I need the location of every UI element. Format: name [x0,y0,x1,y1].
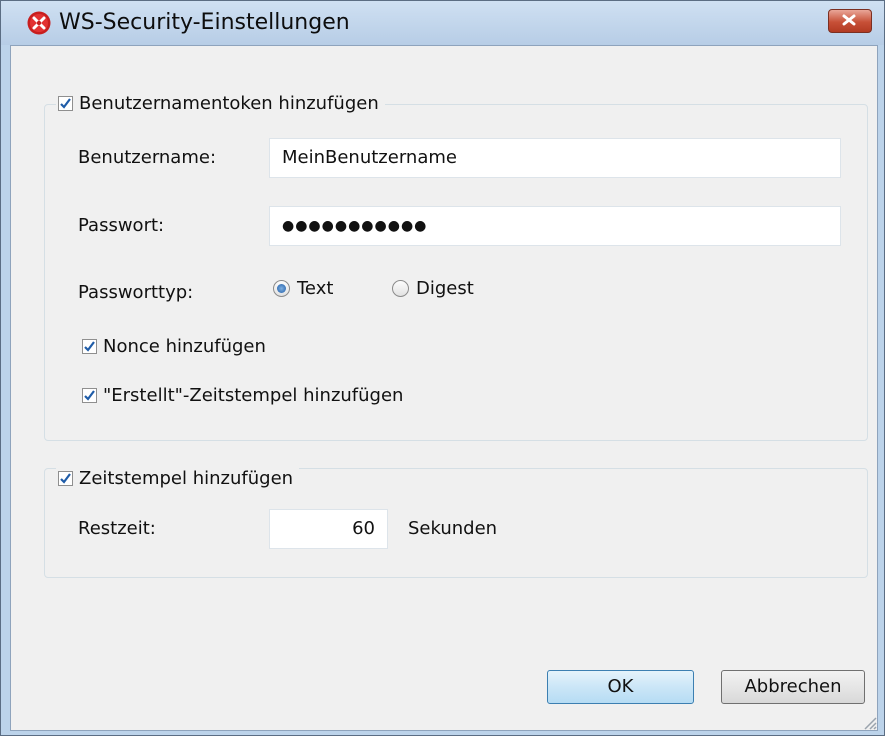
checkmark-icon [60,472,71,484]
checkmark-icon [84,390,95,401]
radio-circle[interactable] [273,280,290,297]
dialog-client-area: Benutzernamentoken hinzufügen Benutzerna… [10,45,878,731]
close-icon [842,14,856,26]
username-label: Benutzername: [78,147,217,168]
title-bar[interactable]: WS-Security-Einstellungen [1,1,884,45]
checkbox-box[interactable] [58,95,73,111]
radio-digest[interactable]: Digest [392,278,474,299]
password-field[interactable]: ●●●●●●●●●●● [269,206,841,246]
altova-logo-icon [27,11,51,35]
timestamp-label: Zeitstempel hinzufügen [79,467,294,489]
cancel-button[interactable]: Abbrechen [721,670,865,704]
username-token-label: Benutzernamentoken hinzufügen [79,92,379,114]
radio-circle[interactable] [392,280,409,297]
username-value: MeinBenutzername [282,147,457,168]
radio-digest-label: Digest [416,278,474,299]
remaining-time-label: Restzeit: [78,518,156,539]
checkbox-box[interactable] [82,388,97,403]
ok-button[interactable]: OK [547,670,694,704]
cancel-label: Abbrechen [744,676,842,697]
password-label: Passwort: [78,215,165,236]
username-token-checkbox[interactable]: Benutzernamentoken hinzufügen [56,89,385,117]
nonce-label: Nonce hinzufügen [103,336,266,357]
radio-text[interactable]: Text [273,278,333,299]
close-button[interactable] [828,9,872,33]
seconds-unit-label: Sekunden [408,518,498,539]
resize-grip-icon[interactable] [859,712,877,730]
ok-label: OK [607,676,634,697]
nonce-checkbox[interactable]: Nonce hinzufügen [82,336,266,357]
remaining-time-field[interactable]: 60 [269,509,388,549]
checkbox-box[interactable] [82,339,97,354]
checkbox-box[interactable] [58,470,73,486]
password-type-label: Passworttyp: [78,282,194,303]
created-timestamp-checkbox[interactable]: "Erstellt"-Zeitstempel hinzufügen [82,385,403,406]
username-field[interactable]: MeinBenutzername [269,138,841,178]
window-title: WS-Security-Einstellungen [59,10,350,35]
checkmark-icon [60,97,71,109]
dialog-window: WS-Security-Einstellungen Benutzernament… [0,0,885,736]
created-timestamp-label: "Erstellt"-Zeitstempel hinzufügen [103,385,404,406]
radio-selected-dot [277,284,286,293]
timestamp-checkbox[interactable]: Zeitstempel hinzufügen [56,464,300,492]
password-mask: ●●●●●●●●●●● [282,218,428,234]
radio-text-label: Text [297,278,334,299]
remaining-time-value: 60 [352,518,375,539]
checkmark-icon [84,341,95,352]
